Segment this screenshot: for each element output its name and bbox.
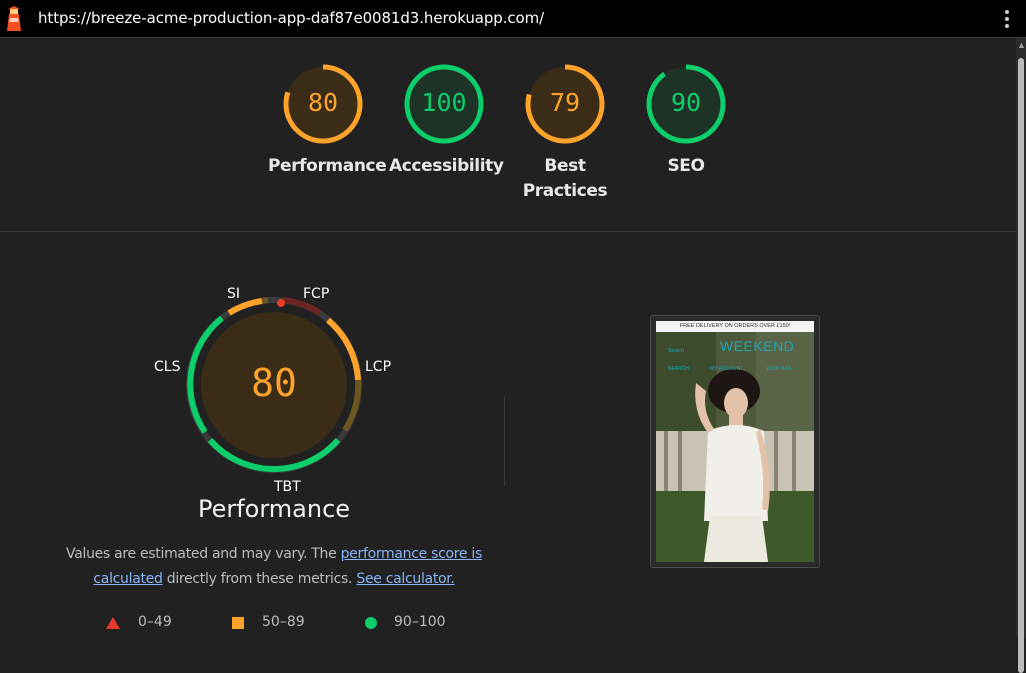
vertical-dots-icon[interactable] — [998, 6, 1016, 32]
score-value: 80 — [307, 88, 339, 117]
legend-range: 90–100 — [394, 614, 446, 630]
legend-range: 0–49 — [138, 614, 172, 630]
performance-score: 80 — [251, 361, 297, 405]
performance-title: Performance — [197, 495, 351, 523]
description-mid: directly from these metrics. — [166, 571, 353, 587]
square-icon — [232, 617, 244, 629]
lighthouse-icon — [7, 6, 21, 31]
screenshot-page: FREE DELIVERY ON ORDERS OVER £150! Searc… — [656, 321, 814, 562]
score-value: 90 — [670, 88, 702, 117]
screenshot-photo — [656, 321, 814, 562]
score-label: SEO — [667, 156, 705, 176]
final-screenshot[interactable]: FREE DELIVERY ON ORDERS OVER £150! Searc… — [650, 315, 820, 568]
score-label: Performance — [268, 156, 387, 176]
score-label: Accessibility — [389, 156, 504, 176]
score-value: 79 — [549, 88, 581, 117]
screenshot-nav-item: MY ACCOUNT — [710, 366, 744, 372]
scrollbar[interactable]: ▲ — [1016, 38, 1026, 673]
performance-gauge: SI FCP LCP TBT CLS 80 — [150, 280, 400, 500]
scrollbar-thumb[interactable] — [1018, 58, 1024, 673]
si-arc — [227, 298, 263, 316]
score-label-line1: Best — [544, 156, 586, 176]
performance-description: Values are estimated and may vary. The p… — [66, 542, 482, 592]
see-calculator-link[interactable]: See calculator. — [356, 571, 455, 587]
screenshot-nav-item: SEARCH — [668, 366, 689, 372]
metric-label-tbt: TBT — [274, 479, 301, 495]
score-label-line2: Practices — [522, 181, 608, 201]
circle-icon — [365, 617, 377, 629]
metric-label-si: SI — [227, 286, 241, 302]
legend-range: 50–89 — [262, 614, 305, 630]
gauge-performance[interactable]: 80 Performance — [268, 62, 387, 179]
metric-label-fcp: FCP — [303, 286, 330, 302]
score-label: Best Practices — [510, 154, 620, 204]
section-divider — [0, 231, 1016, 232]
screenshot-brand: WEEKEND — [720, 338, 795, 354]
vertical-divider — [504, 396, 505, 486]
screenshot-nav-item: £0.00 BAG — [767, 366, 792, 372]
legend-fail: 0–49 — [106, 614, 172, 630]
screenshot-nav-left: Search — [668, 348, 684, 354]
legend-pass: 90–100 — [364, 614, 446, 630]
triangle-icon — [106, 617, 120, 629]
gauge-seo[interactable]: 90 SEO — [631, 62, 741, 179]
legend-average: 50–89 — [231, 614, 305, 630]
description-prefix: Values are estimated and may vary. The — [66, 546, 337, 562]
top-bar: https://breeze-acme-production-app-daf87… — [0, 0, 1026, 38]
gauge-best-practices[interactable]: 79 Best Practices — [510, 62, 620, 204]
scroll-up-arrow-icon[interactable]: ▲ — [1017, 40, 1026, 50]
page-url[interactable]: https://breeze-acme-production-app-daf87… — [38, 9, 544, 27]
score-value: 100 — [421, 88, 467, 117]
gauge-accessibility[interactable]: 100 Accessibility — [389, 62, 504, 179]
screenshot-banner: FREE DELIVERY ON ORDERS OVER £150! — [656, 321, 814, 332]
